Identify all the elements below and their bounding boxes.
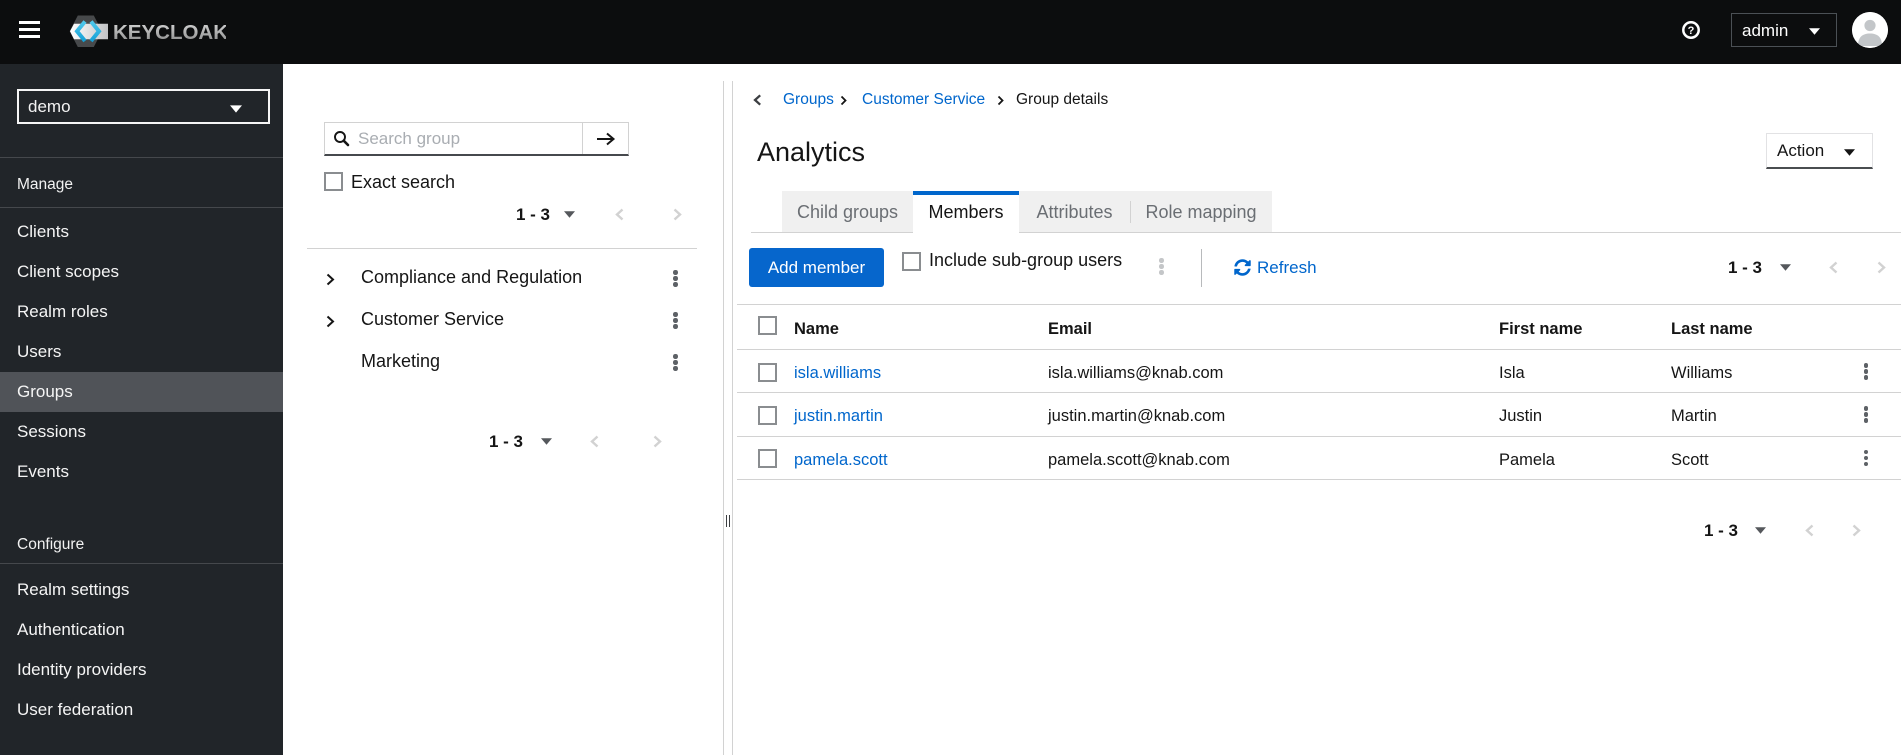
svg-text:?: ? [1688,25,1695,37]
svg-text:KEYCLOAK: KEYCLOAK [113,21,226,44]
